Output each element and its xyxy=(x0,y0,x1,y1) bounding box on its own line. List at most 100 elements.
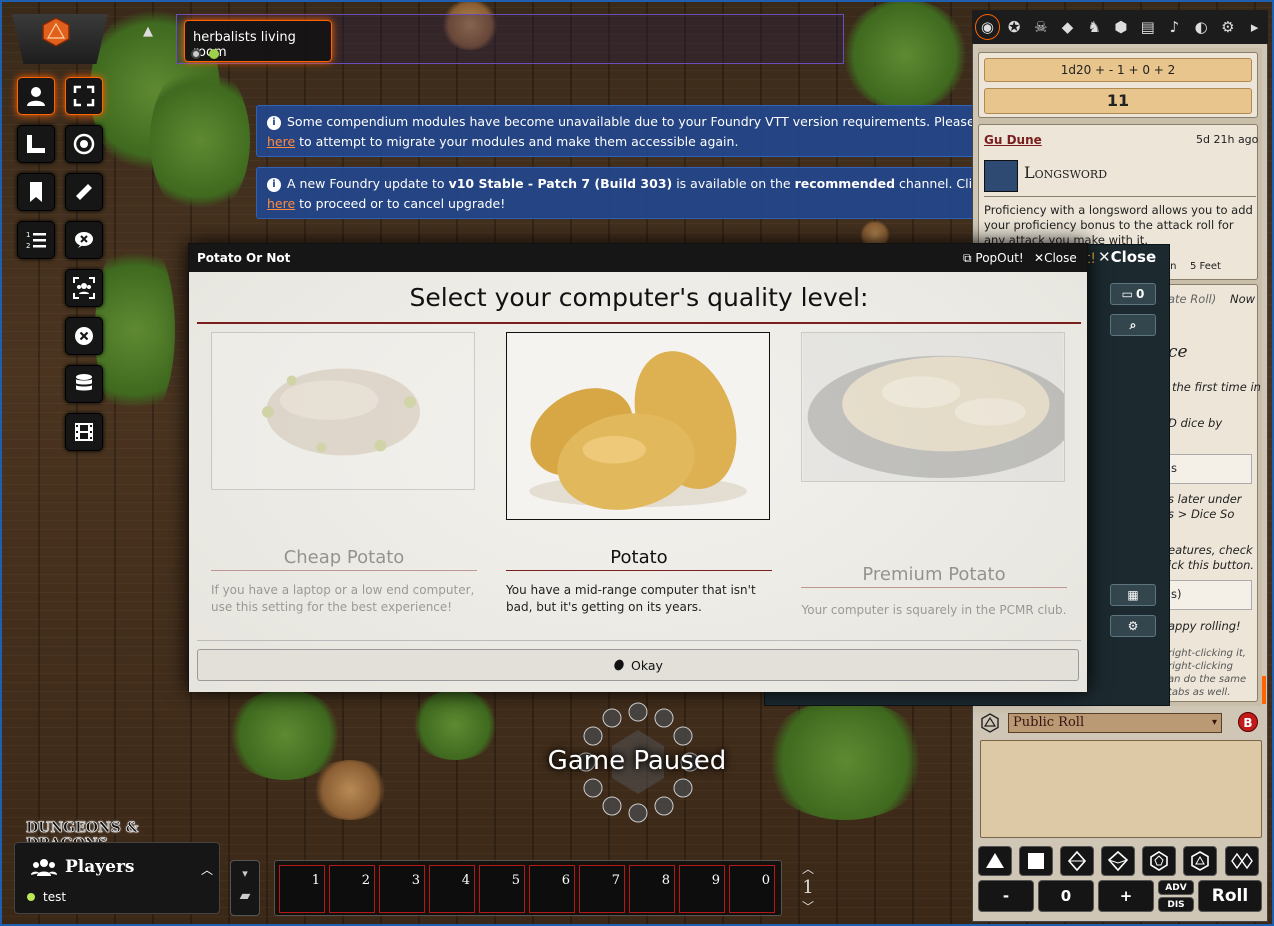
bookmark-icon xyxy=(30,182,42,202)
items-tab-icon[interactable]: ◆ xyxy=(1055,14,1081,40)
notification-text: A new Foundry update to v10 Stable - Pat… xyxy=(267,176,986,211)
notification-text-segment: Some compendium modules have become unav… xyxy=(287,114,1007,129)
playlists-tab-icon[interactable]: ♪ xyxy=(1162,14,1188,40)
d12-button[interactable] xyxy=(1142,846,1176,876)
option-description: Your computer is squarely in the PCMR cl… xyxy=(801,603,1067,617)
chat-tab-icon[interactable]: ◉ xyxy=(974,14,1001,40)
here-link[interactable]: here xyxy=(267,134,295,149)
disadvantage-button[interactable]: DIS xyxy=(1158,897,1194,912)
roll-mode-select[interactable]: Public Roll ▾ xyxy=(1008,713,1222,733)
macro-slot[interactable]: 3 xyxy=(379,865,425,913)
macro-slot[interactable]: 1 xyxy=(279,865,325,913)
chevron-up-icon[interactable]: ︿ xyxy=(201,861,213,878)
dsn-button-fragment[interactable]: s) xyxy=(1162,580,1252,610)
message-footer: right-clicking it, xyxy=(1168,648,1246,659)
macro-slot[interactable]: 6 xyxy=(529,865,575,913)
collapse-sidebar-icon[interactable]: ▸ xyxy=(1242,14,1268,40)
expand-icon xyxy=(73,85,95,107)
dialog-body: Select your computer's quality level: Ch… xyxy=(189,272,1087,692)
player-name[interactable]: test xyxy=(43,890,66,904)
d12-icon xyxy=(1150,851,1168,871)
dice-count-value[interactable]: 0 xyxy=(1038,880,1094,912)
d100-button[interactable] xyxy=(1225,846,1259,876)
dice-minus-button[interactable]: - xyxy=(978,880,1034,912)
comment-icon: ▭ xyxy=(1121,287,1133,301)
macro-slot[interactable]: 2 xyxy=(329,865,375,913)
advantage-button[interactable]: ADV xyxy=(1158,880,1194,895)
chat-scrollbar[interactable] xyxy=(1262,676,1266,704)
target-button[interactable] xyxy=(65,125,103,163)
actors-tab-icon[interactable]: ☠ xyxy=(1028,14,1054,40)
macro-slot-number: 6 xyxy=(561,873,570,888)
combat-tab-icon[interactable]: ✪ xyxy=(1001,14,1027,40)
dialog-title: Potato Or Not xyxy=(197,251,291,265)
roll-button[interactable]: Roll xyxy=(1198,880,1262,912)
macro-slot[interactable]: 8 xyxy=(629,865,675,913)
popout-button[interactable]: ⧉ PopOut! xyxy=(963,251,1024,266)
players-title: Players xyxy=(65,857,135,877)
measure-controls-button[interactable] xyxy=(17,125,55,163)
film-icon xyxy=(75,423,93,441)
game-paused-label: Game Paused xyxy=(547,746,727,776)
dsn-close-button[interactable]: ✕Close xyxy=(1098,248,1170,272)
search-button[interactable]: ⌕ xyxy=(1110,314,1156,336)
macro-slot[interactable]: 9 xyxy=(679,865,725,913)
scene-tab-active[interactable]: herbalists living room xyxy=(184,20,332,62)
clear-button[interactable] xyxy=(65,317,103,355)
dice-plus-button[interactable]: + xyxy=(1098,880,1154,912)
notes-controls-button[interactable] xyxy=(17,173,55,211)
folder-icon[interactable]: ▰ xyxy=(231,888,259,904)
here-link[interactable]: here xyxy=(267,196,295,211)
token-controls-button[interactable] xyxy=(17,77,55,115)
calendar-button[interactable]: ▦ xyxy=(1110,584,1156,606)
message-line: s > Dice So xyxy=(1168,507,1235,521)
film-button[interactable] xyxy=(65,413,103,451)
ruler-button[interactable] xyxy=(65,173,103,211)
macro-slot[interactable]: 5 xyxy=(479,865,525,913)
macro-slot[interactable]: 0 xyxy=(729,865,775,913)
player-indicator-icon xyxy=(209,49,219,59)
group-select-button[interactable] xyxy=(65,269,103,307)
message-timestamp: 5d 21h ago xyxy=(1196,133,1259,146)
dice-total[interactable]: 11 xyxy=(984,88,1252,114)
journal-tab-icon[interactable]: ♞ xyxy=(1081,14,1107,40)
okay-button[interactable]: Okay xyxy=(197,649,1079,681)
scene-nav-toggle[interactable]: ▲ xyxy=(134,18,162,46)
chat-message-input[interactable] xyxy=(980,740,1262,838)
d6-icon xyxy=(1028,853,1044,869)
clear-chat-button[interactable] xyxy=(65,221,103,259)
settings-tab-icon[interactable]: ⚙ xyxy=(1215,14,1241,40)
select-tokens-button[interactable] xyxy=(65,77,103,115)
d4-button[interactable] xyxy=(978,846,1012,876)
dice-d20-icon[interactable] xyxy=(980,713,1000,733)
dialog-header[interactable]: Potato Or Not ⧉ PopOut! ✕Close xyxy=(189,244,1087,272)
d10-button[interactable] xyxy=(1101,846,1135,876)
divider xyxy=(197,640,1081,641)
macro-slot-number: 4 xyxy=(461,873,470,888)
info-icon: i xyxy=(267,178,281,192)
d6-button[interactable] xyxy=(1019,846,1053,876)
database-button[interactable] xyxy=(65,365,103,403)
dsn-button-fragment[interactable]: s xyxy=(1162,454,1252,484)
chevron-down-icon[interactable]: ﹀ xyxy=(794,898,822,915)
settings-button[interactable]: ⚙ xyxy=(1110,615,1156,637)
dice-better-rolls-icon[interactable]: B xyxy=(1238,712,1258,732)
caret-down-icon[interactable]: ▾ xyxy=(231,867,259,880)
d100-icon xyxy=(1231,852,1253,870)
compendium-tab-icon[interactable]: ◐ xyxy=(1188,14,1214,40)
longsword-item-icon xyxy=(984,160,1018,192)
combat-tracker-button[interactable]: 12 xyxy=(17,221,55,259)
macro-slot[interactable]: 4 xyxy=(429,865,475,913)
cards-tab-icon[interactable]: ▤ xyxy=(1135,14,1161,40)
close-button[interactable]: ✕Close xyxy=(1034,251,1077,265)
item-name[interactable]: Longsword xyxy=(1024,163,1107,182)
tables-tab-icon[interactable]: ⬢ xyxy=(1108,14,1134,40)
chevron-up-icon[interactable]: ︿ xyxy=(794,860,822,877)
d8-button[interactable] xyxy=(1060,846,1094,876)
message-speaker[interactable]: Gu Dune xyxy=(984,133,1042,147)
message-count-button[interactable]: ▭ 0 xyxy=(1110,283,1156,305)
users-icon xyxy=(31,859,57,876)
d20-button[interactable] xyxy=(1183,846,1217,876)
macro-slot[interactable]: 7 xyxy=(579,865,625,913)
d20-logo-icon[interactable] xyxy=(40,16,72,48)
